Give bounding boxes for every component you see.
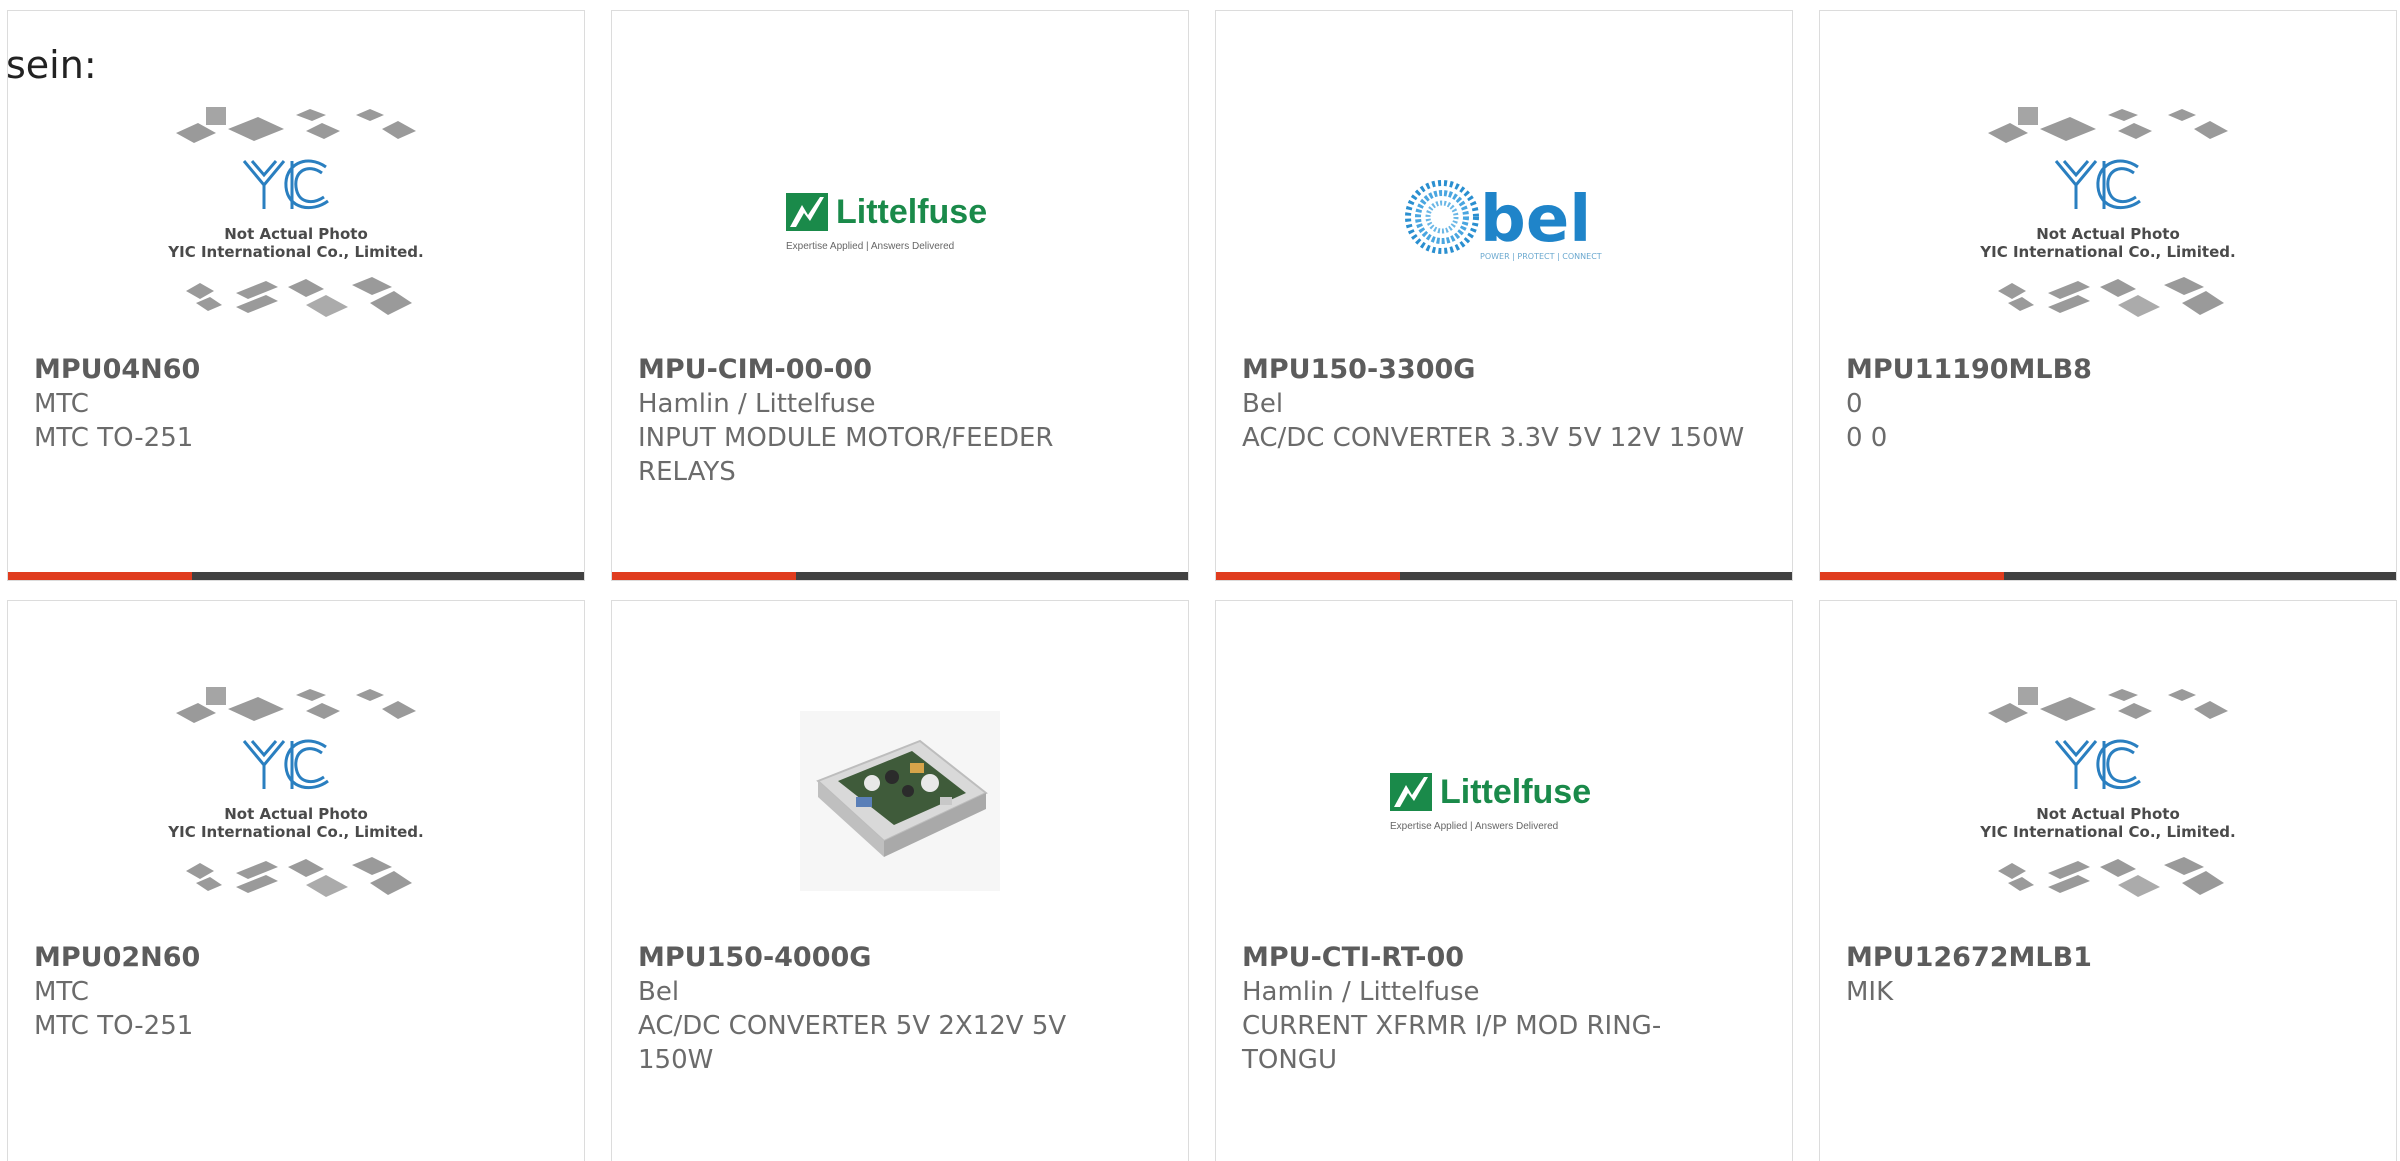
manufacturer: Bel [1242,389,1284,419]
manufacturer: MTC [34,977,89,1007]
progress-fill [1216,572,1401,580]
product-card[interactable]: Not Actual Photo YIC International Co., … [1819,600,2397,1161]
bel-name: bel [1480,183,1591,257]
part-number-link[interactable]: MPU11190MLB8 [1846,353,2356,387]
product-card[interactable]: bel POWER | PROTECT | CONNECT MPU150-330… [1215,10,1793,581]
placeholder-line1: Not Actual Photo [224,225,368,243]
product-image: Littelfuse Expertise Applied | Answers D… [1216,661,1792,941]
product-image: Not Actual Photo YIC International Co., … [1820,661,2396,941]
manufacturer: Bel [638,977,680,1007]
description: INPUT MODULE MOTOR/FEEDER RELAYS [638,423,1054,487]
product-card[interactable]: Littelfuse Expertise Applied | Answers D… [1215,600,1793,1161]
product-info: MPU04N60 MTC MTC TO-251 [34,353,544,455]
littelfuse-tagline: Expertise Applied | Answers Delivered [1390,821,1558,832]
product-image: Littelfuse Expertise Applied | Answers D… [612,81,1188,361]
product-info: MPU02N60 MTC MTC TO-251 [34,941,544,1043]
card-progress-bar [612,572,1188,580]
description: MTC TO-251 [34,1011,194,1041]
bel-logo: bel POWER | PROTECT | CONNECT [1405,180,1602,261]
placeholder-line2: YIC International Co., Limited. [1979,243,2235,261]
description: MTC TO-251 [34,423,194,453]
placeholder-line1: Not Actual Photo [224,805,368,823]
lead-text: sein: [6,43,97,87]
progress-fill [1820,572,2005,580]
part-number-link[interactable]: MPU150-4000G [638,941,1148,975]
part-number-link[interactable]: MPU12672MLB1 [1846,941,2356,975]
part-number-link[interactable]: MPU-CIM-00-00 [638,353,1148,387]
card-progress-bar [1216,572,1792,580]
product-card[interactable]: Not Actual Photo YIC International Co., … [7,600,585,1161]
not-actual-photo-image: Not Actual Photo YIC International Co., … [1979,687,2236,897]
littelfuse-logo: Littelfuse Expertise Applied | Answers D… [1390,773,1591,832]
description: AC/DC CONVERTER 5V 2X12V 5V 150W [638,1011,1067,1075]
part-number-link[interactable]: MPU150-3300G [1242,353,1752,387]
product-info: MPU150-3300G Bel AC/DC CONVERTER 3.3V 5V… [1242,353,1752,455]
product-grid: Not Actual Photo YIC International Co., … [0,0,2400,1161]
card-progress-bar [8,572,584,580]
not-actual-photo-image: Not Actual Photo YIC International Co., … [167,687,424,897]
manufacturer: Hamlin / Littelfuse [1242,977,1480,1007]
product-info: MPU150-4000G Bel AC/DC CONVERTER 5V 2X12… [638,941,1148,1077]
manufacturer: 0 [1846,389,1863,419]
product-image: Not Actual Photo YIC International Co., … [8,81,584,361]
littelfuse-tagline: Expertise Applied | Answers Delivered [786,241,954,252]
not-actual-photo-image: Not Actual Photo YIC International Co., … [1979,107,2236,317]
manufacturer: Hamlin / Littelfuse [638,389,876,419]
product-card[interactable]: MPU150-4000G Bel AC/DC CONVERTER 5V 2X12… [611,600,1189,1161]
product-image: Not Actual Photo YIC International Co., … [8,661,584,941]
placeholder-line2: YIC International Co., Limited. [167,823,423,841]
manufacturer: MTC [34,389,89,419]
littelfuse-name: Littelfuse [836,193,987,231]
littelfuse-logo: Littelfuse Expertise Applied | Answers D… [786,193,987,252]
product-info: MPU-CTI-RT-00 Hamlin / Littelfuse CURREN… [1242,941,1752,1077]
product-grid-page: sein: Not Actual Photo YIC International… [0,0,2400,1161]
product-image: bel POWER | PROTECT | CONNECT [1216,81,1792,361]
card-progress-bar [1820,572,2396,580]
product-image: Not Actual Photo YIC International Co., … [1820,81,2396,361]
description: CURRENT XFRMR I/P MOD RING-TONGU [1242,1011,1662,1075]
power-supply-photo [800,711,1000,891]
placeholder-line2: YIC International Co., Limited. [167,243,423,261]
progress-fill [8,572,193,580]
product-card[interactable]: Not Actual Photo YIC International Co., … [1819,10,2397,581]
product-card[interactable]: Not Actual Photo YIC International Co., … [7,10,585,581]
product-info: MPU12672MLB1 MIK [1846,941,2356,1009]
product-info: MPU11190MLB8 0 0 0 [1846,353,2356,455]
placeholder-line1: Not Actual Photo [2036,805,2180,823]
manufacturer: MIK [1846,977,1894,1007]
bel-tagline: POWER | PROTECT | CONNECT [1480,252,1602,261]
product-card[interactable]: Littelfuse Expertise Applied | Answers D… [611,10,1189,581]
description: 0 0 [1846,423,1888,453]
placeholder-line1: Not Actual Photo [2036,225,2180,243]
description: AC/DC CONVERTER 3.3V 5V 12V 150W [1242,423,1745,453]
part-number-link[interactable]: MPU04N60 [34,353,544,387]
placeholder-line2: YIC International Co., Limited. [1979,823,2235,841]
progress-fill [612,572,797,580]
littelfuse-name: Littelfuse [1440,773,1591,811]
part-number-link[interactable]: MPU02N60 [34,941,544,975]
part-number-link[interactable]: MPU-CTI-RT-00 [1242,941,1752,975]
not-actual-photo-image: Not Actual Photo YIC International Co., … [167,107,424,317]
product-info: MPU-CIM-00-00 Hamlin / Littelfuse INPUT … [638,353,1148,489]
product-image [612,661,1188,941]
